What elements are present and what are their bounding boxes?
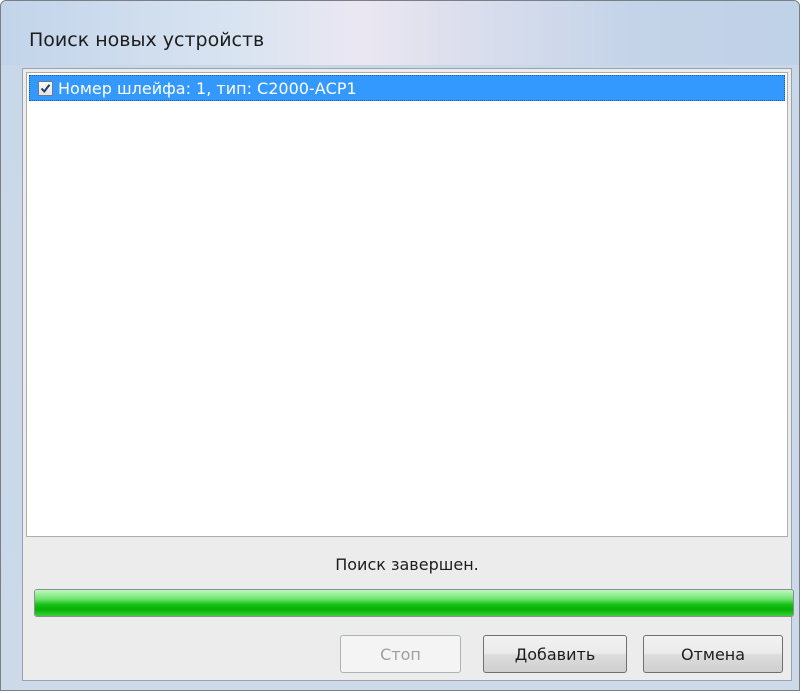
list-item-label: Номер шлейфа: 1, тип: С2000-АСР1 <box>58 78 357 98</box>
status-text: Поиск завершен. <box>335 555 479 574</box>
dialog-title: Поиск новых устройств <box>29 29 265 51</box>
stop-button[interactable]: Стоп <box>340 635 461 673</box>
dialog-window: Поиск новых устройств Номер шлейфа: 1, т… <box>0 0 800 691</box>
dialog-body: Номер шлейфа: 1, тип: С2000-АСР1 Поиск з… <box>22 68 794 681</box>
checkmark-icon <box>40 83 51 93</box>
add-button[interactable]: Добавить <box>483 635 627 673</box>
cancel-button[interactable]: Отмена <box>643 635 783 673</box>
list-item[interactable]: Номер шлейфа: 1, тип: С2000-АСР1 <box>29 75 785 101</box>
device-list[interactable]: Номер шлейфа: 1, тип: С2000-АСР1 <box>26 72 788 537</box>
progress-bar <box>34 589 794 617</box>
title-bar[interactable]: Поиск новых устройств <box>1 1 799 65</box>
progress-bar-fill <box>35 590 793 616</box>
item-checkbox[interactable] <box>38 80 53 96</box>
